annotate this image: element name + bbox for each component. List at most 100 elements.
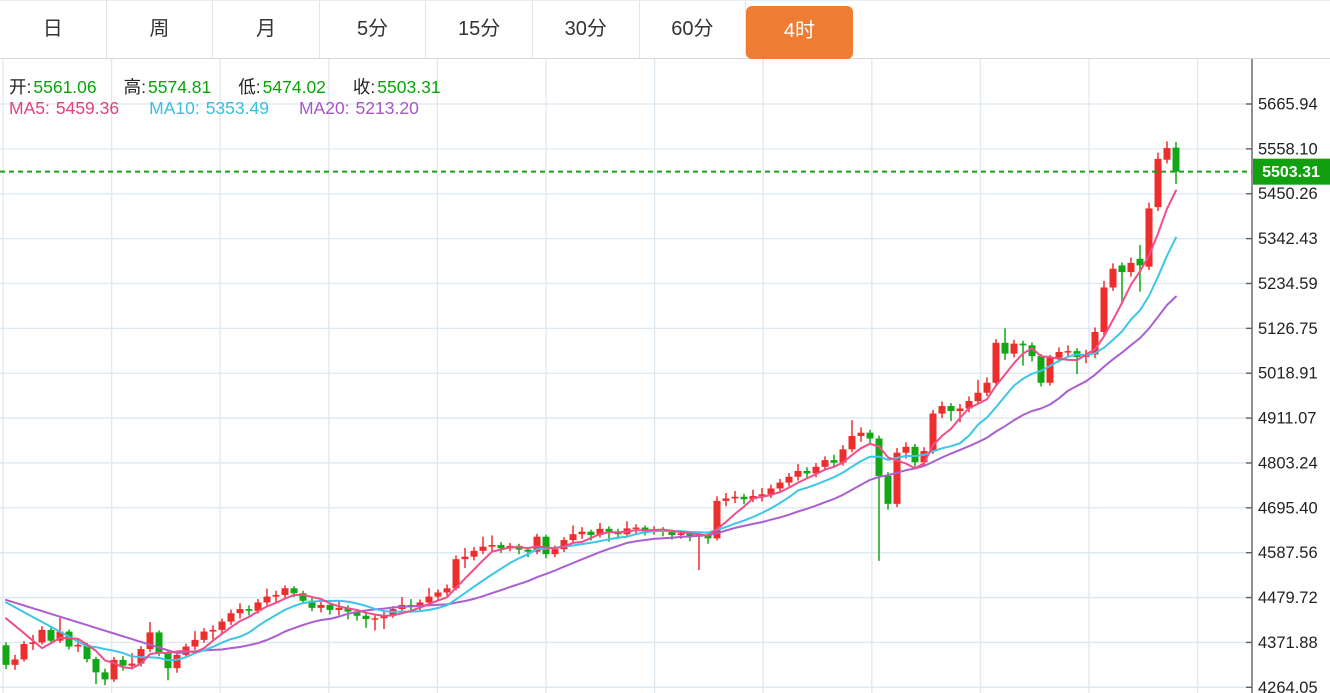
candle-body — [200, 631, 208, 640]
ohlc-legend: 开: 5561.06 高: 5574.81 低: 5474.02 收: 5503.31 — [9, 74, 441, 99]
candle-body — [74, 644, 82, 647]
candle-body — [803, 470, 811, 474]
low-readout: 低: 5474.02 — [238, 77, 326, 97]
candle-body — [173, 654, 181, 669]
close-readout: 收: 5503.31 — [352, 77, 441, 97]
candle-body — [146, 632, 154, 650]
candle-body — [209, 629, 217, 632]
candle-body — [11, 659, 19, 665]
ma10-readout: MA10: 5353.49 — [149, 98, 269, 118]
chart-area: 5665.94 5558.10 5450.26 5342.43 5234.59 5126.… — [0, 59, 1330, 693]
candle-body — [461, 556, 469, 560]
y-axis-label: 5558.10 — [1258, 140, 1318, 158]
tab-30min[interactable]: 30分 — [532, 1, 640, 58]
candle-body — [1010, 343, 1018, 354]
candle-body — [335, 607, 343, 610]
candle-body — [1019, 343, 1027, 346]
candle-body — [317, 604, 325, 608]
tab-weekly[interactable]: 周 — [106, 1, 214, 58]
last-price-badge-value: 5503.31 — [1262, 164, 1320, 181]
candle-body — [938, 406, 946, 414]
candle-body — [992, 342, 1000, 383]
candle-body — [425, 596, 433, 603]
candle-body — [38, 629, 46, 643]
ma10-line — [5, 236, 1177, 662]
high-readout: 高: 5574.81 — [123, 77, 212, 97]
ma20-line — [5, 295, 1177, 655]
candle-body — [1118, 265, 1126, 273]
y-axis-label: 5450.26 — [1258, 185, 1318, 203]
tab-5min[interactable]: 5分 — [319, 1, 427, 58]
tab-15min[interactable]: 15分 — [426, 1, 533, 58]
y-axis-label: 4371.88 — [1258, 634, 1318, 652]
candle-body — [551, 549, 559, 555]
candle-body — [191, 639, 199, 647]
candle-body — [92, 659, 100, 673]
candle-body — [983, 382, 991, 393]
candle-body — [1064, 351, 1072, 353]
candle-body — [47, 629, 55, 641]
candle-body — [785, 476, 793, 483]
candle-body — [605, 528, 613, 532]
candle-body — [290, 588, 298, 594]
kline-chart[interactable]: 5665.94 5558.10 5450.26 5342.43 5234.59 5126.… — [0, 59, 1330, 693]
candle-body — [902, 446, 910, 453]
tab-monthly[interactable]: 月 — [213, 1, 320, 58]
y-axis-label: 5342.43 — [1258, 230, 1318, 248]
candle-body — [272, 594, 280, 597]
candle-body — [326, 604, 334, 610]
candle-body — [542, 536, 550, 555]
y-axis-label: 4264.05 — [1258, 679, 1318, 693]
candle-body — [1109, 268, 1117, 288]
candle-body — [218, 621, 226, 630]
candle-body — [911, 446, 919, 463]
candle-body — [101, 672, 109, 680]
candle-body — [20, 644, 28, 660]
candle-body — [740, 496, 748, 500]
candle-body — [1055, 351, 1063, 358]
candle-body — [443, 588, 451, 593]
tab-60min[interactable]: 60分 — [639, 1, 747, 58]
candle-body — [866, 432, 874, 439]
y-axis-label: 4479.72 — [1258, 589, 1318, 607]
open-readout: 开: 5561.06 — [9, 77, 97, 97]
y-axis-label: 4587.56 — [1258, 544, 1318, 562]
y-axis-label: 4911.07 — [1258, 410, 1316, 428]
tab-4hour[interactable]: 4时 — [746, 6, 853, 59]
candle-body — [2, 645, 10, 665]
candle-body — [947, 406, 955, 412]
candle-body — [524, 549, 532, 552]
candle-body — [569, 534, 577, 541]
candle-body — [794, 470, 802, 477]
y-axis-label: 5234.59 — [1258, 275, 1318, 293]
candles-layer — [2, 141, 1180, 686]
candle-body — [578, 531, 586, 535]
y-axis-label: 5126.75 — [1258, 320, 1318, 338]
candle-body — [731, 496, 739, 499]
candle-body — [821, 460, 829, 467]
candle-body — [857, 432, 865, 437]
candle-body — [956, 408, 964, 412]
ma-legend: MA5: 5459.36 MA10: 5353.49 MA20: 5213.20 — [9, 98, 419, 119]
candle-body — [1001, 342, 1009, 354]
candle-body — [281, 588, 289, 595]
candle-body — [119, 659, 127, 666]
candle-body — [479, 546, 487, 551]
candle-body — [974, 392, 982, 402]
candle-body — [1163, 148, 1171, 160]
candle-body — [1127, 262, 1135, 273]
tab-daily[interactable]: 日 — [0, 1, 107, 58]
candle-body — [1046, 357, 1054, 383]
tabbar-filler — [853, 1, 1330, 58]
candle-body — [1172, 147, 1180, 172]
candle-body — [362, 615, 370, 620]
candle-body — [155, 632, 163, 653]
ma20-readout: MA20: 5213.20 — [298, 98, 419, 118]
candle-body — [371, 618, 379, 620]
candle-body — [632, 527, 640, 529]
period-tabbar: 日 周 月 5分 15分 30分 60分 4时 — [0, 1, 1330, 59]
candle-body — [263, 596, 271, 603]
candle-body — [497, 545, 505, 549]
y-axis-label: 5018.91 — [1258, 365, 1318, 383]
y-axis-label: 4803.24 — [1258, 454, 1318, 472]
